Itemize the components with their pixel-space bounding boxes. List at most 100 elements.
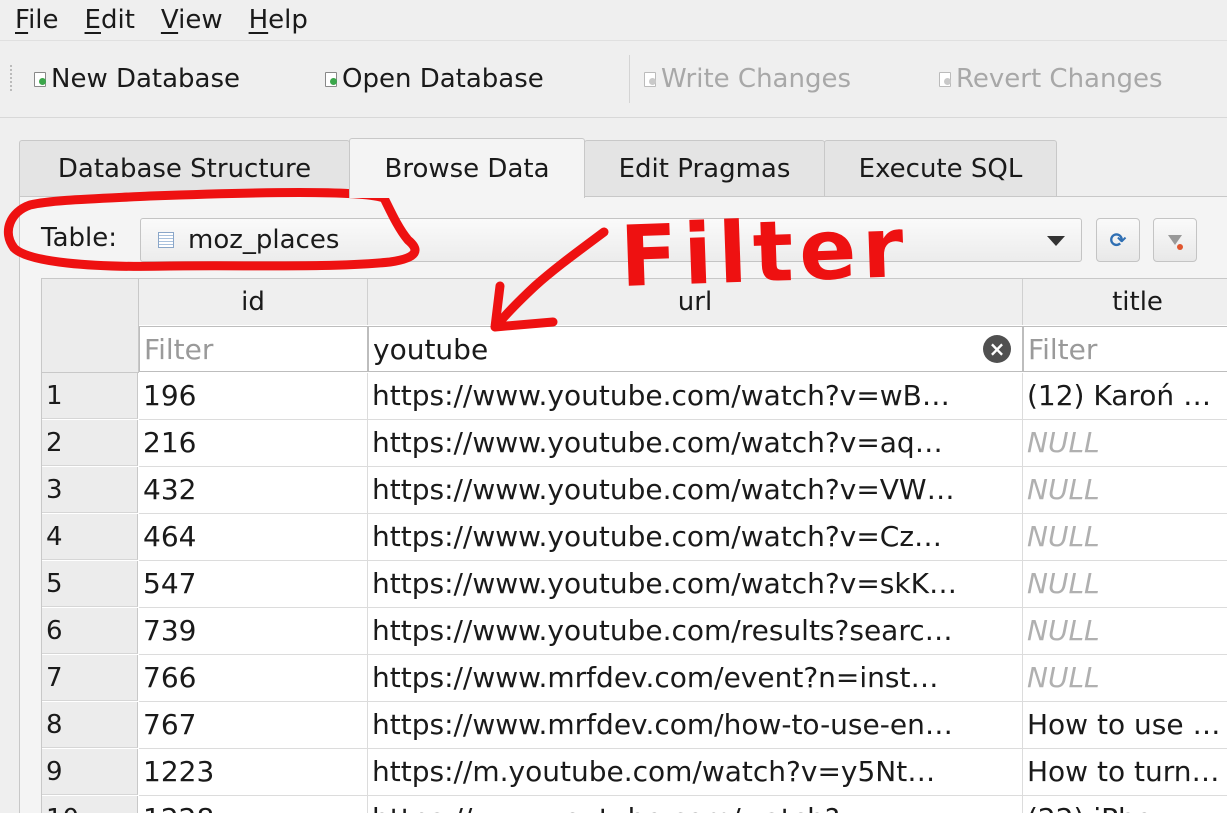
row-number[interactable]: 6 [42, 608, 138, 654]
table-label: Table: [41, 223, 117, 253]
cell-url[interactable]: https://www.youtube.com/watch?v=… [368, 796, 1023, 813]
row-number[interactable]: 4 [42, 514, 138, 560]
menu-view-label: iew [178, 5, 223, 35]
tab-database-structure[interactable]: Database Structure [19, 140, 350, 196]
cell-title[interactable]: NULL [1023, 561, 1227, 608]
cell-title[interactable]: How to turn… [1023, 749, 1227, 796]
app-window: File Edit View Help New Database Open Da… [0, 0, 1227, 813]
tab-browse-data-label: Browse Data [384, 153, 550, 184]
table-row[interactable]: 1 196 https://www.youtube.com/watch?v=wB…(… [42, 373, 1227, 420]
cell-id[interactable]: 767 [139, 702, 368, 749]
cell-id[interactable]: 216 [139, 420, 368, 467]
refresh-button[interactable]: ⟳ [1096, 218, 1140, 262]
menu-help[interactable]: Help [234, 0, 319, 40]
column-header-title-label: title [1112, 287, 1163, 317]
cell-id[interactable]: 547 [139, 561, 368, 608]
menu-file[interactable]: File [0, 0, 70, 40]
table-row[interactable]: 7 766 https://www.mrfdev.com/event?n=inst…… [42, 655, 1227, 702]
cell-title[interactable]: (22) iPho… [1023, 796, 1227, 813]
filter-title-cell [1023, 326, 1227, 372]
table-select[interactable]: moz_places [140, 218, 1082, 262]
cell-id[interactable]: 739 [139, 608, 368, 655]
revert-changes-label: Revert Changes [956, 64, 1163, 94]
write-changes-button[interactable]: Write Changes [643, 61, 851, 97]
cell-id[interactable]: 1223 [139, 749, 368, 796]
row-number[interactable]: 5 [42, 561, 138, 607]
table-select-value: moz_places [188, 225, 340, 255]
revert-changes-button[interactable]: Revert Changes [938, 61, 1163, 97]
cell-url[interactable]: https://www.youtube.com/watch?v=aq… [368, 420, 1023, 467]
cell-id[interactable]: 432 [139, 467, 368, 514]
menu-file-mnemonic: F [15, 5, 29, 35]
cell-id[interactable]: 464 [139, 514, 368, 561]
write-changes-label: Write Changes [661, 64, 851, 94]
menu-help-label: elp [268, 5, 308, 35]
cell-title[interactable]: NULL [1023, 514, 1227, 561]
cell-url[interactable]: https://www.mrfdev.com/how-to-use-en… [368, 702, 1023, 749]
row-number[interactable]: 7 [42, 655, 138, 701]
column-header-id[interactable]: id [139, 279, 368, 325]
toolbar: New Database Open Database Write Changes… [0, 41, 1227, 118]
cell-title[interactable]: (12) Karoń … [1023, 373, 1227, 420]
tab-edit-pragmas[interactable]: Edit Pragmas [584, 140, 825, 196]
cell-id[interactable]: 766 [139, 655, 368, 702]
tab-execute-sql-label: Execute SQL [858, 153, 1023, 184]
cell-id[interactable]: 196 [139, 373, 368, 420]
cell-url[interactable]: https://www.mrfdev.com/event?n=inst… [368, 655, 1023, 702]
menu-edit[interactable]: Edit [70, 0, 146, 40]
tab-execute-sql[interactable]: Execute SQL [824, 140, 1057, 196]
table-icon [158, 232, 174, 248]
revert-changes-icon [938, 71, 952, 87]
toolbar-grip[interactable] [10, 65, 16, 91]
row-number[interactable]: 9 [42, 749, 138, 795]
cell-title[interactable]: NULL [1023, 608, 1227, 655]
table-row[interactable]: 5 547 https://www.youtube.com/watch?v=skK…… [42, 561, 1227, 608]
new-database-icon [33, 71, 47, 87]
row-number[interactable]: 10 [42, 796, 138, 813]
cell-title[interactable]: NULL [1023, 420, 1227, 467]
column-header-id-label: id [241, 287, 265, 317]
cell-url[interactable]: https://www.youtube.com/watch?v=wB… [368, 373, 1023, 420]
cell-title[interactable]: How to use … [1023, 702, 1227, 749]
open-database-button[interactable]: Open Database [324, 61, 544, 97]
cell-url[interactable]: https://www.youtube.com/watch?v=skK… [368, 561, 1023, 608]
column-header-title[interactable]: title [1023, 279, 1227, 325]
table-row[interactable]: 4 464 https://www.youtube.com/watch?v=Cz… N… [42, 514, 1227, 561]
clear-filters-button[interactable] [1153, 218, 1197, 262]
table-row[interactable]: 101228https://www.youtube.com/watch?v=…(… [42, 796, 1227, 813]
write-changes-icon [643, 71, 657, 87]
clear-icon[interactable]: × [983, 335, 1011, 363]
row-number[interactable]: 8 [42, 702, 138, 748]
filter-title-input[interactable] [1028, 332, 1227, 366]
clear-filters-icon [1168, 235, 1183, 250]
table-row[interactable]: 8 767 https://www.mrfdev.com/how-to-use-en… [42, 702, 1227, 749]
table-row[interactable]: 3 432 https://www.youtube.com/watch?v=VW… N… [42, 467, 1227, 514]
menu-bar: File Edit View Help [0, 0, 1227, 41]
cell-title[interactable]: NULL [1023, 655, 1227, 702]
cell-id[interactable]: 1228 [139, 796, 368, 813]
open-database-label: Open Database [342, 64, 544, 94]
tab-browse-data[interactable]: Browse Data [349, 138, 585, 198]
menu-view[interactable]: View [146, 0, 234, 40]
row-number[interactable]: 1 [42, 373, 138, 419]
cell-url[interactable]: https://www.youtube.com/watch?v=Cz… [368, 514, 1023, 561]
grid-corner[interactable] [42, 279, 139, 373]
cell-title[interactable]: NULL [1023, 467, 1227, 514]
table-row[interactable]: 6 739 https://www.youtube.com/results?sear… [42, 608, 1227, 655]
tab-edit-pragmas-label: Edit Pragmas [618, 153, 791, 184]
new-database-button[interactable]: New Database [33, 61, 240, 97]
cell-url[interactable]: https://www.youtube.com/watch?v=VW… [368, 467, 1023, 514]
row-number[interactable]: 2 [42, 420, 138, 466]
open-database-icon [324, 71, 338, 87]
row-number[interactable]: 3 [42, 467, 138, 513]
table-row[interactable]: 9 1223 https://m.youtube.com/watch?v=y5Nt…… [42, 749, 1227, 796]
tab-database-structure-label: Database Structure [57, 153, 312, 184]
filter-url-input[interactable] [373, 332, 1022, 366]
cell-url[interactable]: https://m.youtube.com/watch?v=y5Nt… [368, 749, 1023, 796]
table-row[interactable]: 2 216 https://www.youtube.com/watch?v=aq… N… [42, 420, 1227, 467]
menu-help-mnemonic: H [248, 5, 269, 35]
chevron-down-icon[interactable] [1047, 236, 1065, 246]
cell-url[interactable]: https://www.youtube.com/results?searc… [368, 608, 1023, 655]
toolbar-separator [629, 55, 630, 103]
filter-id-input[interactable] [144, 332, 367, 366]
